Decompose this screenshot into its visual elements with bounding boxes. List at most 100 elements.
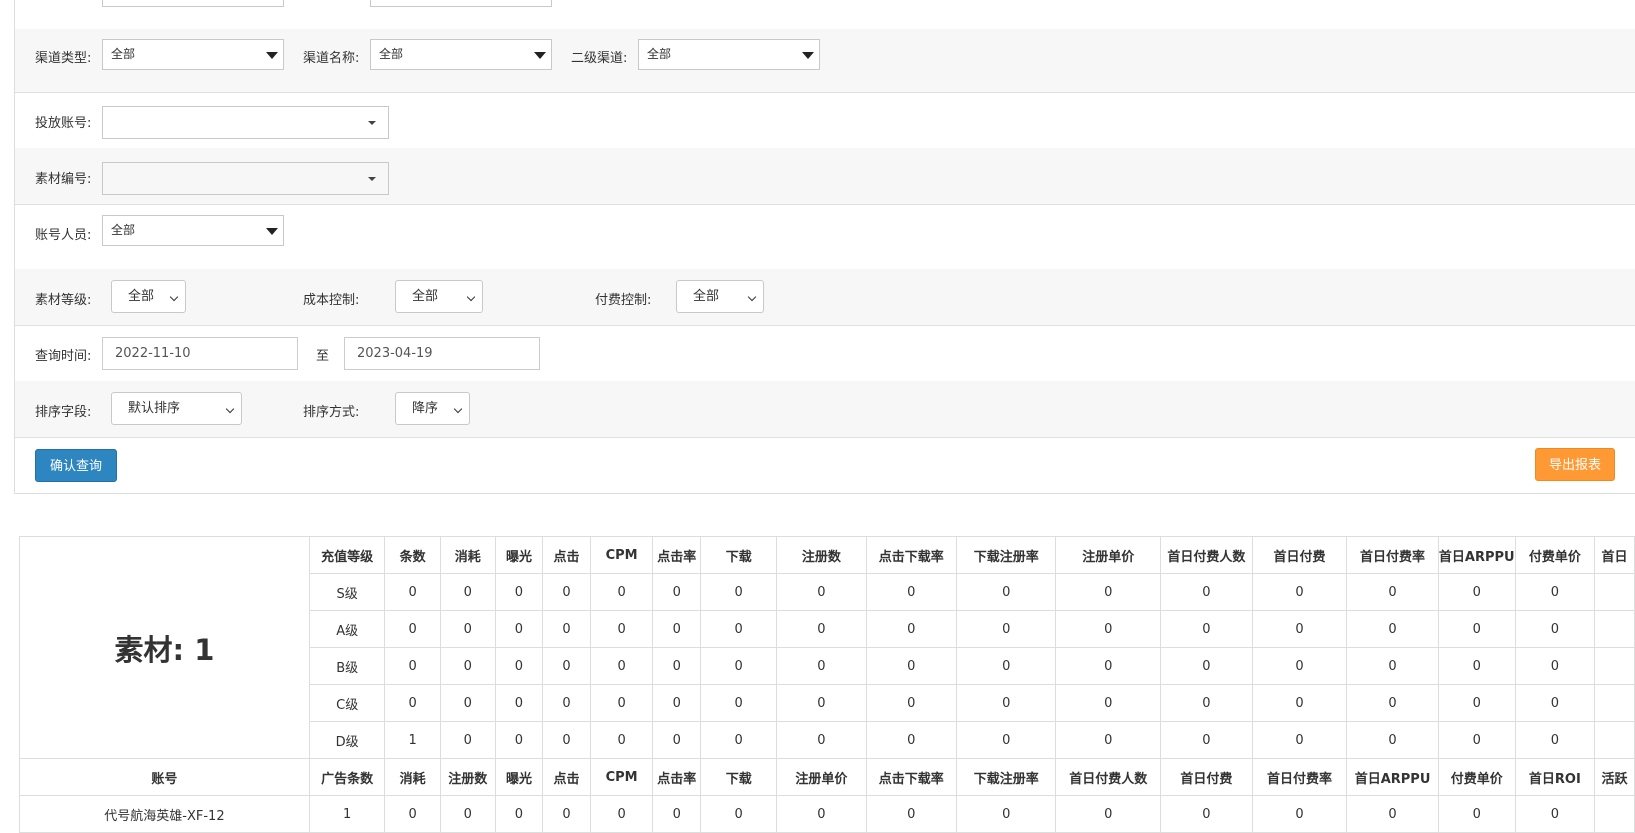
summary-column-header: 曝光	[494, 536, 544, 574]
summary-cell: 0	[956, 684, 1057, 722]
detail-cell: 0	[494, 795, 544, 833]
summary-cell: D级	[308, 721, 386, 759]
summary-cell: 0	[439, 647, 496, 685]
summary-cell: 0	[1055, 647, 1161, 685]
detail-column-header: 活跃	[1594, 758, 1635, 796]
summary-cell: 0	[1159, 684, 1253, 722]
sub-channel-select[interactable]: 全部	[638, 39, 820, 70]
summary-cell: C级	[308, 684, 386, 722]
summary-cell: 0	[1251, 684, 1348, 722]
detail-column-header: 曝光	[494, 758, 544, 796]
material-no-select[interactable]	[102, 162, 389, 195]
detail-cell: 0	[1055, 795, 1161, 833]
summary-column-header: 点击下载率	[865, 536, 958, 574]
pay-control-value: 全部	[693, 289, 720, 304]
summary-cell: 0	[1159, 721, 1253, 759]
summary-cell: 0	[1437, 684, 1516, 722]
summary-cell: 0	[589, 610, 654, 648]
summary-cell: 0	[1055, 721, 1161, 759]
summary-column-header: CPM	[589, 536, 654, 574]
detail-row[interactable]: 代号航海英雄-XF-12 1 0 0 0 0 0 0 0 0 0 0 0 0 0 0 0 0	[19, 795, 1635, 833]
summary-cell: 0	[865, 721, 958, 759]
summary-column-header: 首日付费	[1251, 536, 1348, 574]
pay-control-label: 付费控制:	[595, 293, 652, 308]
detail-column-header: 首日付费	[1159, 758, 1253, 796]
chevron-down-icon	[225, 404, 235, 414]
material-level-label: 素材等级:	[35, 293, 92, 308]
summary-cell: 0	[1514, 684, 1596, 722]
summary-cell: 0	[542, 573, 591, 611]
summary-cell: 0	[700, 647, 778, 685]
chevron-down-icon	[453, 404, 463, 414]
summary-column-header: 付费单价	[1514, 536, 1596, 574]
channel-type-select[interactable]: 全部	[102, 39, 284, 70]
summary-cell: A级	[308, 610, 386, 648]
summary-cell: 0	[494, 684, 544, 722]
filter-row-top	[15, 0, 1635, 30]
summary-header-row: 素材: 1 充值等级 条数 消耗 曝光 点击 CPM 点击率 下载 注册数 点击下载率 下载注册率 注册…	[19, 536, 1635, 759]
summary-cell: 0	[589, 573, 654, 611]
material-level-select[interactable]: 全部	[111, 280, 186, 313]
summary-cell: 0	[1346, 684, 1439, 722]
summary-cell: 0	[589, 684, 654, 722]
channel-type-value: 全部	[111, 47, 136, 61]
top-select-2[interactable]	[370, 0, 552, 7]
summary-column-header: 点击率	[652, 536, 702, 574]
export-report-button[interactable]: 导出报表	[1535, 448, 1615, 481]
chevron-down-icon	[266, 228, 278, 235]
summary-cell: 0	[700, 721, 778, 759]
detail-cell: 0	[776, 795, 867, 833]
summary-cell: 0	[589, 721, 654, 759]
summary-cell: 0	[384, 573, 441, 611]
date-range-separator: 至	[316, 349, 330, 364]
summary-column-header: 消耗	[439, 536, 496, 574]
report-table-wrap: 素材: 1 充值等级 条数 消耗 曝光 点击 CPM 点击率 下载 注册数 点击下载率 下载注册率 注册…	[19, 536, 1635, 833]
detail-column-header: 首日付费率	[1251, 758, 1348, 796]
detail-cell: 0	[439, 795, 496, 833]
summary-cell: 0	[1055, 573, 1161, 611]
summary-cell: 0	[494, 610, 544, 648]
detail-cell	[1594, 795, 1635, 833]
summary-cell: 0	[1346, 610, 1439, 648]
summary-cell	[1594, 610, 1635, 648]
detail-column-header: 下载	[700, 758, 778, 796]
sort-order-label: 排序方式:	[303, 405, 360, 420]
detail-header-row: 账号 广告条数 消耗 注册数 曝光 点击 CPM 点击率 下载 注册单价 点击下载率 下载注册率 首日付…	[19, 758, 1635, 796]
detail-cell: 0	[1437, 795, 1516, 833]
account-staff-select[interactable]: 全部	[102, 215, 284, 246]
detail-column-header: 注册单价	[776, 758, 867, 796]
detail-column-header: 首日ARPPU	[1346, 758, 1439, 796]
summary-cell: S级	[308, 573, 386, 611]
detail-column-header: 点击率	[652, 758, 702, 796]
sort-field-select[interactable]: 默认排序	[111, 392, 242, 425]
summary-cell: 0	[494, 647, 544, 685]
sort-field-value: 默认排序	[128, 401, 181, 416]
sort-order-select[interactable]: 降序	[395, 392, 470, 425]
summary-cell: 0	[384, 647, 441, 685]
account-select[interactable]	[102, 106, 389, 139]
detail-cell: 1	[308, 795, 386, 833]
top-select-1[interactable]	[102, 0, 284, 7]
sort-field-label: 排序字段:	[35, 405, 92, 420]
filter-row-actions: 确认查询 导出报表	[15, 437, 1635, 493]
sub-channel-value: 全部	[647, 47, 672, 61]
confirm-query-button[interactable]: 确认查询	[35, 449, 117, 482]
filter-row-channel: 渠道类型: 全部 渠道名称: 全部 二级渠道: 全部	[15, 29, 1635, 93]
summary-cell: 0	[1346, 573, 1439, 611]
pay-control-select[interactable]: 全部	[676, 280, 764, 313]
summary-cell: 0	[1251, 610, 1348, 648]
detail-cell: 0	[1251, 795, 1348, 833]
caret-down-icon	[368, 177, 376, 181]
date-to-input[interactable]: 2023-04-19	[344, 337, 540, 370]
cost-control-select[interactable]: 全部	[395, 280, 483, 313]
summary-column-header: 注册单价	[1055, 536, 1161, 574]
sub-channel-label: 二级渠道:	[571, 51, 628, 66]
summary-cell: 0	[1055, 610, 1161, 648]
query-time-label: 查询时间:	[35, 349, 92, 364]
channel-name-select[interactable]: 全部	[370, 39, 552, 70]
date-from-input[interactable]: 2022-11-10	[102, 337, 298, 370]
summary-cell: 0	[1437, 573, 1516, 611]
summary-cell: 0	[865, 610, 958, 648]
summary-cell: 0	[384, 610, 441, 648]
summary-cell: 0	[1437, 647, 1516, 685]
